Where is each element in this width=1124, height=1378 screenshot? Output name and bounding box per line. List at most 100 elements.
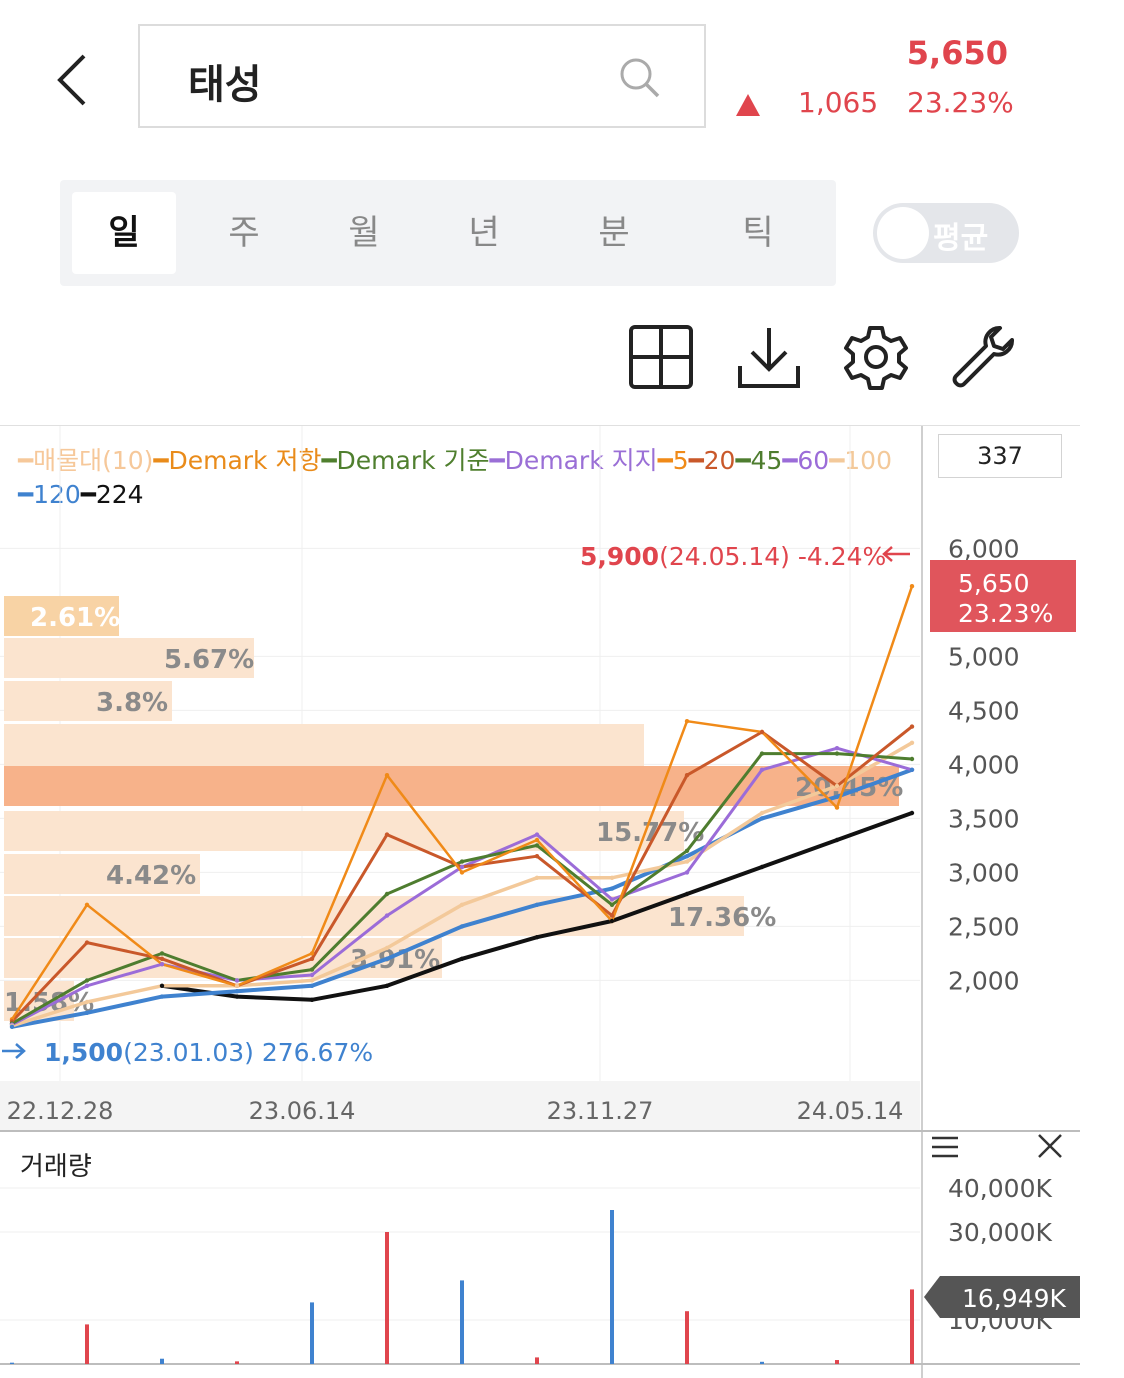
volume-bar: [835, 1360, 839, 1364]
y-tick-label: 3,500: [948, 804, 1020, 833]
volume-profile-label: 2.61%: [30, 603, 120, 633]
volume-value-tag-text: 16,949K: [962, 1284, 1066, 1313]
back-button[interactable]: [40, 40, 110, 120]
series-point-20: [909, 724, 915, 729]
volume-profile-label: 3.8%: [96, 688, 168, 718]
menu-icon[interactable]: [930, 1134, 960, 1160]
tab-minute[interactable]: 분: [562, 192, 666, 274]
series-point-45: [609, 902, 615, 907]
download-icon[interactable]: [736, 324, 802, 390]
series-point-224: [459, 956, 465, 961]
y-tick-label: 5,000: [948, 642, 1020, 671]
y-tick-label: 3,000: [948, 858, 1020, 887]
series-point-45: [384, 891, 390, 897]
average-toggle[interactable]: 평균: [873, 203, 1019, 263]
series-point-224: [234, 994, 240, 999]
series-point-120: [234, 989, 240, 994]
gear-icon[interactable]: [843, 324, 909, 390]
series-point-5: [309, 951, 315, 956]
y-tick-label: 6,000: [948, 534, 1020, 563]
tab-year[interactable]: 년: [432, 192, 536, 274]
tab-tick[interactable]: 틱: [706, 192, 810, 274]
low-annotation: 1,500(23.01.03) 276.67%: [44, 1038, 373, 1067]
series-point-120: [384, 956, 390, 961]
series-point-5: [84, 902, 90, 907]
volume-bar: [610, 1210, 614, 1364]
low-arrow-icon: [2, 1043, 26, 1059]
series-point-120: [759, 816, 765, 821]
series-point-120: [309, 983, 315, 988]
series-point-5: [534, 837, 540, 843]
high-arrow-icon: [882, 546, 910, 562]
series-point-60: [534, 832, 540, 837]
volume-bar: [10, 1362, 14, 1364]
volume-bar: [685, 1311, 689, 1364]
tab-day[interactable]: 일: [72, 192, 176, 274]
series-point-120: [534, 902, 540, 907]
x-tick-label: 22.12.28: [7, 1097, 114, 1125]
volume-tick-label: 40,000K: [948, 1174, 1052, 1203]
series-point-60: [384, 913, 390, 918]
grid-icon[interactable]: [628, 324, 694, 390]
series-point-45: [684, 848, 690, 853]
series-point-60: [309, 972, 315, 978]
volume-profile-label: 4.42%: [106, 861, 196, 891]
series-point-100: [684, 859, 690, 864]
chevron-left-icon: [57, 54, 86, 106]
volume-tick-label: 30,000K: [948, 1218, 1052, 1247]
series-point-224: [834, 837, 840, 843]
series-point-100: [309, 978, 315, 983]
series-point-60: [234, 978, 240, 983]
y-tick-label: 2,000: [948, 966, 1020, 995]
series-point-45: [909, 756, 915, 762]
series-point-20: [684, 773, 690, 778]
series-point-45: [309, 967, 315, 972]
series-point-224: [759, 864, 765, 870]
series-point-5: [834, 805, 840, 810]
series-point-60: [84, 983, 90, 988]
volume-profile-bar: [4, 724, 644, 766]
wrench-icon[interactable]: [950, 324, 1016, 390]
y-tick-label: 4,000: [948, 750, 1020, 779]
series-point-20: [84, 940, 90, 945]
series-point-120: [684, 854, 690, 859]
current-price-tag-rate: 23.23%: [958, 599, 1053, 628]
search-icon[interactable]: [618, 56, 662, 100]
series-point-120: [609, 886, 615, 891]
series-point-224: [909, 810, 915, 816]
series-point-120: [909, 767, 915, 772]
series-point-45: [834, 751, 840, 756]
series-point-20: [309, 956, 315, 961]
x-axis-band: [0, 1081, 920, 1131]
x-tick-label: 23.06.14: [249, 1097, 356, 1125]
series-point-120: [9, 1024, 15, 1030]
series-point-100: [534, 875, 540, 880]
series-point-20: [534, 854, 540, 859]
up-arrow-icon: [736, 94, 760, 116]
toggle-knob: [877, 207, 929, 259]
close-icon[interactable]: [1036, 1132, 1064, 1160]
tab-month[interactable]: 월: [312, 192, 416, 274]
search-input[interactable]: 태성: [188, 52, 262, 110]
volume-profile-bar: [4, 766, 899, 806]
search-field[interactable]: 태성: [138, 24, 706, 128]
series-point-100: [384, 945, 390, 951]
x-tick-label: 23.11.27: [547, 1097, 654, 1125]
price-chart[interactable]: 6,000 5,000 4,500 4,000 3,500 3,000 2,500 2,000…: [0, 426, 1124, 1378]
series-point-60: [609, 897, 615, 902]
y-tick-label: 2,500: [948, 912, 1020, 941]
series-point-45: [84, 978, 90, 983]
average-toggle-label: 평균: [933, 221, 989, 256]
series-point-224: [384, 983, 390, 988]
series-point-5: [384, 773, 390, 778]
current-price-tag-price: 5,650: [958, 569, 1030, 598]
high-annotation: 5,900(24.05.14) -4.24%: [580, 542, 886, 571]
volume-bar: [535, 1357, 539, 1364]
volume-title: 거래량: [20, 1152, 92, 1182]
series-point-20: [384, 832, 390, 837]
series-point-224: [684, 891, 690, 897]
tab-week[interactable]: 주: [192, 192, 296, 274]
volume-bar: [760, 1361, 764, 1364]
volume-bar: [910, 1289, 914, 1364]
series-point-100: [234, 983, 240, 988]
